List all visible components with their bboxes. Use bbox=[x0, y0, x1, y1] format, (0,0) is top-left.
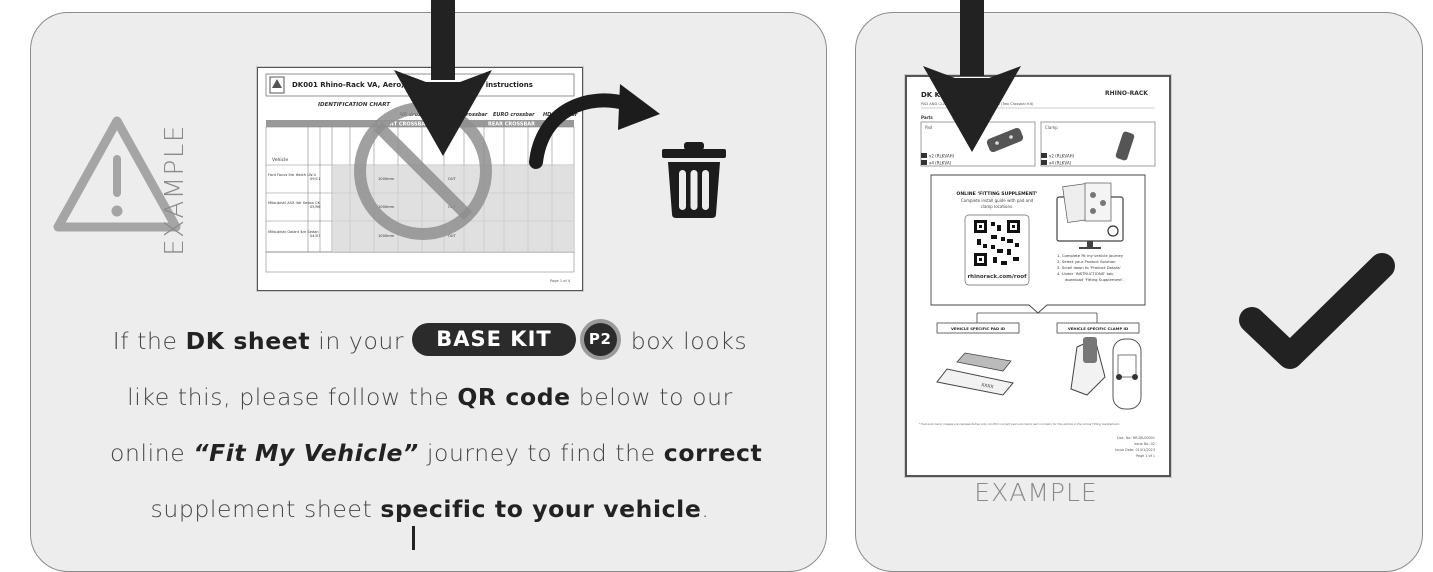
step-4b: download ‘Fitting Supplement’. bbox=[1065, 277, 1124, 282]
clamp-id-illustration bbox=[1070, 337, 1142, 410]
step-1: 1. Complete Fit my vehicle journey bbox=[1057, 253, 1124, 258]
new-sheet-page: Page 1 of 1 bbox=[1136, 454, 1155, 458]
base-kit-badge: BASE KIT bbox=[412, 323, 576, 356]
text-segment: If the bbox=[112, 327, 186, 355]
doc-no: Doc. No: RR-DK-00001 bbox=[1117, 436, 1155, 440]
old-sheet-page: Page 1 of 4 bbox=[550, 279, 571, 283]
qr-url: rhinorack.com/roof bbox=[967, 274, 1027, 280]
qr-code-icon bbox=[974, 220, 1020, 266]
pad-id-illustration: XXXX bbox=[936, 352, 1014, 396]
text-segment: journey to find the bbox=[418, 439, 664, 467]
message-line-3: online “Fit My Vehicle” journey to find … bbox=[110, 425, 762, 481]
message-line-4: supplement sheet specific to your vehicl… bbox=[110, 481, 750, 537]
pad-qty-2: x4 (RLKVA) bbox=[929, 161, 952, 166]
issue-date: Issue Date: 01/01/2023 bbox=[1115, 448, 1155, 452]
issue-no: Issue No: 02 bbox=[1134, 442, 1155, 446]
fit-my-vehicle-bold: “Fit My Vehicle” bbox=[193, 439, 419, 467]
online-supplement-sub2: clamp locations. bbox=[981, 204, 1014, 209]
instruction-message: If the DK sheet in your BASE KIT P2 box l… bbox=[110, 313, 762, 537]
step-3: 3. Scroll down to ‘Product Details’ bbox=[1057, 265, 1121, 270]
message-line-1: If the DK sheet in your BASE KIT P2 box l… bbox=[110, 313, 750, 369]
example-label-right: EXAMPLE bbox=[974, 478, 1098, 507]
clamp-id-label: VEHICLE SPECIFIC CLAMP ID bbox=[1068, 326, 1128, 331]
row1-vehicle: Ford Focus 5dr Hatch LW-II bbox=[268, 173, 316, 177]
text-segment: supplement sheet bbox=[150, 495, 381, 523]
row3-date: 04/07 bbox=[310, 234, 320, 238]
text-segment: online bbox=[110, 439, 194, 467]
online-supplement-title: ONLINE ‘FITTING SUPPLEMENT’ bbox=[956, 191, 1037, 197]
vehicle-header: Vehicle bbox=[272, 157, 288, 163]
text-segment: . bbox=[701, 495, 710, 523]
example-label-left: EXAMPLE bbox=[160, 124, 190, 256]
step-4: 4. Under ‘INSTRUCTIONS’ tab, bbox=[1057, 271, 1114, 276]
footnote: * Pad and clamp images are representativ… bbox=[919, 422, 1120, 426]
brand-logo-text: RHINO-RACK bbox=[1105, 90, 1148, 97]
online-supplement-sub1: Complete install guide with pad and bbox=[961, 198, 1034, 203]
checkmark-icon bbox=[1239, 253, 1395, 369]
text-segment: box looks bbox=[622, 327, 748, 355]
row2-date: 05/96 bbox=[310, 205, 321, 209]
clamp-qty-2: x4 (RLKVA) bbox=[1049, 161, 1072, 166]
clamp-part-image bbox=[1115, 131, 1135, 161]
clamp-label: Clamp bbox=[1045, 125, 1058, 130]
text-segment: like this, please follow the bbox=[127, 383, 458, 411]
pad-id-label: VEHICLE SPECIFIC PAD ID bbox=[951, 326, 1005, 331]
qr-code-bold: QR code bbox=[457, 383, 571, 411]
text-segment: below to our bbox=[570, 383, 733, 411]
trash-icon bbox=[662, 142, 726, 218]
correct-bold: correct bbox=[663, 439, 763, 467]
row1-date: 09/11 bbox=[310, 177, 320, 181]
clamp-qty-1: x2 (RLKVAH) bbox=[1049, 154, 1075, 159]
step-2: 2. Select your Product Solution bbox=[1057, 259, 1116, 264]
pointer-line bbox=[412, 526, 415, 550]
dk-sheet-bold: DK sheet bbox=[185, 327, 311, 355]
p2-badge: P2 bbox=[583, 323, 617, 356]
text-segment: in your bbox=[310, 327, 413, 355]
specific-bold: specific to your vehicle bbox=[380, 495, 702, 523]
curved-arrow-icon bbox=[529, 84, 660, 169]
down-arrow-icon bbox=[394, 0, 492, 156]
message-line-2: like this, please follow the QR code bel… bbox=[110, 369, 750, 425]
down-arrow-icon bbox=[923, 0, 1021, 152]
